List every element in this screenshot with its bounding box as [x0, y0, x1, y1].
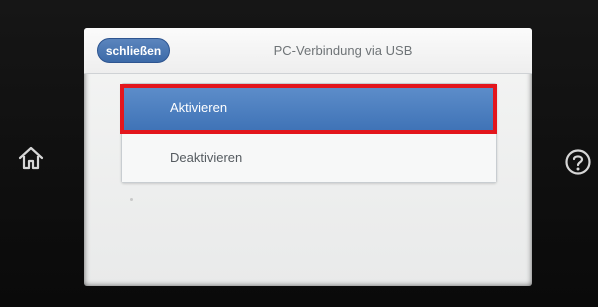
- option-deactivate-label: Deaktivieren: [170, 150, 243, 165]
- option-activate[interactable]: Aktivieren: [122, 84, 496, 132]
- option-activate-label: Aktivieren: [170, 100, 228, 115]
- option-list: Aktivieren Deaktivieren: [121, 83, 497, 183]
- help-icon[interactable]: [564, 148, 592, 176]
- title-bar: schließen PC-Verbindung via USB: [84, 28, 532, 74]
- screen-title: PC-Verbindung via USB: [273, 43, 413, 58]
- close-button[interactable]: schließen: [97, 38, 170, 63]
- printer-control-panel: schließen PC-Verbindung via USB Aktivier…: [0, 0, 598, 307]
- touch-screen: schließen PC-Verbindung via USB Aktivier…: [84, 28, 532, 286]
- screen-speck: [130, 198, 133, 201]
- home-icon[interactable]: [17, 144, 45, 172]
- option-deactivate[interactable]: Deaktivieren: [122, 134, 496, 182]
